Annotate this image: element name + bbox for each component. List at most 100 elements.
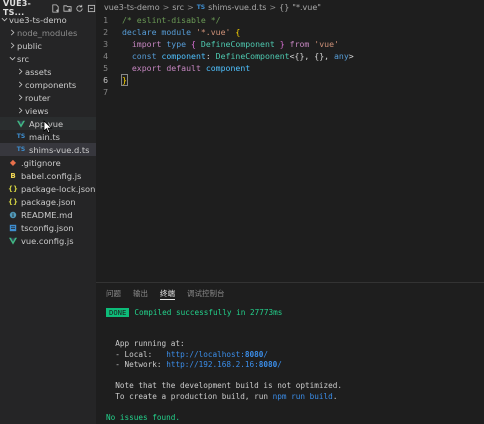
code-keyword: type — [166, 39, 192, 49]
tree-item-package-lock-json[interactable]: {} package-lock.json — [0, 182, 96, 195]
tree-item-label: public — [17, 40, 42, 51]
code-keyword: declare module — [122, 27, 196, 37]
line-number: 2 — [103, 27, 108, 37]
tree-item-label: vue.config.js — [21, 235, 74, 246]
tab-terminal[interactable]: 终端 — [160, 283, 175, 303]
breadcrumb-folder[interactable]: src — [172, 3, 184, 12]
tree-item-label: package-lock.json — [21, 183, 96, 194]
chevron-down-icon — [8, 52, 17, 65]
tree-item-label: components — [25, 79, 77, 90]
new-folder-icon[interactable] — [63, 4, 72, 13]
typescript-file-icon: TS — [196, 3, 206, 11]
tree-item-node-modules[interactable]: node_modules — [0, 26, 96, 39]
breadcrumb-file[interactable]: shims-vue.d.ts — [208, 3, 266, 12]
tree-item-src[interactable]: src — [0, 52, 96, 65]
chevron-right-icon — [16, 78, 25, 91]
line-number: 5 — [103, 63, 108, 73]
code-area[interactable]: 1 /* eslint-disable */ 2 declare module … — [96, 14, 484, 98]
vue-config-file-icon — [8, 234, 18, 247]
line-number: 4 — [103, 51, 108, 61]
done-badge: DONE — [106, 307, 130, 317]
tree-item-label: babel.config.js — [21, 170, 82, 181]
tree-item-package-json[interactable]: {} package.json — [0, 195, 96, 208]
code-line: 2 declare module '*.vue' { — [96, 26, 484, 38]
code-type: DefineComponent — [215, 51, 290, 61]
code-string: 'vue' — [314, 39, 339, 49]
tree-item-label: assets — [25, 66, 52, 77]
typescript-file-icon: TS — [16, 133, 26, 140]
info-file-icon — [8, 208, 18, 221]
tree-item-label: .gitignore — [21, 157, 61, 168]
collapse-all-icon[interactable] — [87, 4, 96, 13]
code-variable: component — [161, 51, 206, 61]
network-url-link[interactable]: http://192.168.2.16:8080/ — [166, 360, 282, 369]
babel-file-icon: B — [10, 171, 16, 180]
tree-item-router[interactable]: router — [0, 91, 96, 104]
code-line: 1 /* eslint-disable */ — [96, 14, 484, 26]
line-number: 1 — [103, 15, 108, 25]
code-punctuation: > — [348, 51, 354, 61]
chevron-right-icon — [8, 26, 17, 39]
tree-item-views[interactable]: views — [0, 104, 96, 117]
code-keyword: any — [334, 51, 349, 61]
tab-problems[interactable]: 问题 — [106, 283, 121, 303]
terminal[interactable]: DONE Compiled successfully in 27773ms Ap… — [96, 307, 484, 423]
code-line: 7 — [96, 86, 484, 98]
git-file-icon: ◆ — [9, 158, 17, 167]
tree-item-assets[interactable]: assets — [0, 65, 96, 78]
tab-output[interactable]: 输出 — [133, 283, 148, 303]
tree-item-gitignore[interactable]: ◆ .gitignore — [0, 156, 96, 169]
tree-item-vue-config-js[interactable]: vue.config.js — [0, 234, 96, 247]
tree-item-components[interactable]: components — [0, 78, 96, 91]
code-string: '*.vue' — [195, 27, 231, 37]
code-keyword: from — [289, 39, 315, 49]
code-keyword: export default — [131, 63, 206, 73]
breadcrumb: vue3-ts-demo > src > TS shims-vue.d.ts >… — [96, 0, 484, 14]
tree-item-babel-config-js[interactable]: B babel.config.js — [0, 169, 96, 182]
chevron-right-icon — [8, 39, 17, 52]
terminal-text: - Local: — [115, 349, 167, 359]
explorer-sidebar: VUE3-TS... vue3-ts-demo node_modules pub… — [0, 0, 96, 424]
tree-item-label: src — [17, 53, 30, 64]
code-punctuation: <{}, {}, — [289, 51, 334, 61]
terminal-text: App running at: — [115, 339, 185, 349]
line-number: 3 — [103, 39, 108, 49]
code-punctuation: : — [205, 51, 216, 61]
code-keyword: import — [131, 39, 167, 49]
explorer-actions — [51, 3, 96, 13]
code-brace: { — [230, 27, 241, 37]
tree-item-public[interactable]: public — [0, 39, 96, 52]
tree-item-shims-vue-d-ts[interactable]: TS shims-vue.d.ts — [0, 143, 96, 156]
code-line: 4 const component: DefineComponent <{}, {… — [96, 50, 484, 62]
tree-item-vue3-ts-demo[interactable]: vue3-ts-demo — [0, 13, 96, 26]
code-keyword: const — [131, 51, 162, 61]
breadcrumb-folder[interactable]: vue3-ts-demo — [104, 3, 160, 12]
json-file-icon: {} — [8, 184, 18, 193]
terminal-line: - Local: http://localhost:8080/ — [106, 349, 484, 360]
terminal-line: App running at: — [106, 339, 484, 350]
terminal-text: Compiled successfully in 27773ms — [134, 307, 283, 317]
code-brace: { — [191, 39, 201, 49]
tab-debug-console[interactable]: 调试控制台 — [187, 283, 225, 303]
new-file-icon[interactable] — [51, 3, 60, 13]
tree-item-readme-md[interactable]: README.md — [0, 208, 96, 221]
tree-item-label: package.json — [21, 196, 76, 207]
vue-file-icon — [16, 117, 26, 130]
terminal-command: npm run build — [272, 391, 333, 401]
tree-item-label: router — [25, 92, 51, 103]
terminal-text: Note that the development build is not o… — [115, 381, 343, 391]
breadcrumb-separator: > — [162, 2, 170, 12]
refresh-icon[interactable] — [75, 4, 84, 13]
code-comment: /* eslint-disable */ — [122, 15, 221, 25]
local-url-link[interactable]: http://localhost:8080/ — [166, 350, 268, 359]
panel-tabs: 问题 输出 终端 调试控制台 — [96, 283, 484, 303]
terminal-line: Note that the development build is not o… — [106, 381, 484, 392]
code-type: DefineComponent — [200, 39, 275, 49]
code-variable: component — [205, 63, 251, 73]
json-file-icon: {} — [8, 197, 18, 206]
code-brace: } — [274, 39, 290, 49]
tree-item-tsconfig-json[interactable]: tsconfig.json — [0, 221, 96, 234]
code-editor[interactable]: vue3-ts-demo > src > TS shims-vue.d.ts >… — [96, 0, 484, 282]
breadcrumb-symbol[interactable]: "*.vue" — [292, 3, 321, 12]
line-number: 6 — [103, 75, 108, 85]
